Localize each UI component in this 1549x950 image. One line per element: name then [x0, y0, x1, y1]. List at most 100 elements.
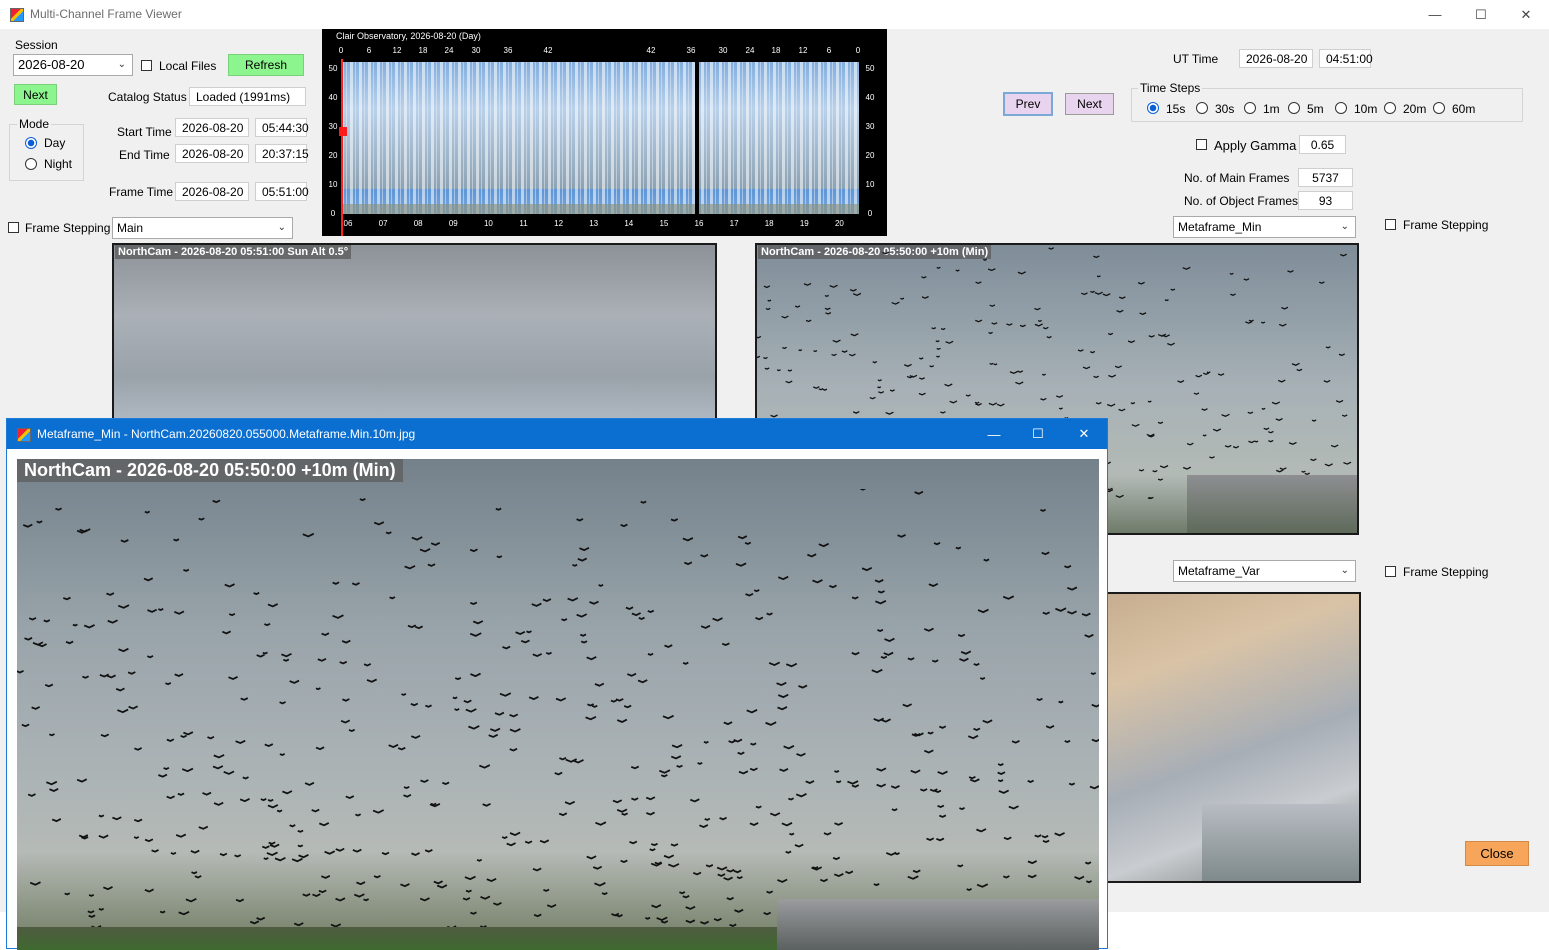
keogram-y-tick-label: 10: [329, 180, 338, 189]
houses-silhouette: [1187, 475, 1357, 533]
keogram-y-tick-label: 50: [329, 64, 338, 73]
keogram-top-tick-label: 36: [504, 46, 513, 55]
chevron-down-icon: ⌄: [1340, 221, 1349, 232]
right-frame-stepping-1-checkbox[interactable]: [1385, 219, 1396, 230]
close-icon[interactable]: ✕: [1503, 0, 1549, 29]
keogram-x-tick-label: 08: [414, 219, 423, 228]
keogram-top-tick-label: 30: [472, 46, 481, 55]
time-step-radio[interactable]: [1244, 102, 1256, 114]
chevron-down-icon: ⌄: [277, 222, 286, 233]
start-time-label: Start Time: [117, 125, 172, 139]
main-frame-caption: NorthCam - 2026-08-20 05:51:00 Sun Alt 0…: [115, 245, 352, 259]
frame-time-field[interactable]: 05:51:00: [255, 182, 309, 201]
time-step-radio[interactable]: [1384, 102, 1396, 114]
object-frames-field: 93: [1298, 191, 1353, 210]
keogram-top-tick-label: 24: [746, 46, 755, 55]
apply-gamma-checkbox[interactable]: [1196, 139, 1207, 150]
keogram-x-tick-label: 15: [659, 219, 668, 228]
maximize-icon[interactable]: ☐: [1015, 419, 1061, 449]
time-step-label: 10m: [1354, 102, 1378, 116]
mode-night-radio[interactable]: [25, 158, 37, 170]
left-frame-stepping-label: Frame Stepping: [25, 221, 111, 235]
session-next-button[interactable]: Next: [14, 84, 57, 105]
start-time-field[interactable]: 05:44:30: [255, 118, 309, 137]
keogram-chart[interactable]: Clair Observatory, 2026-08-20 (Day) 0 6 12…: [322, 29, 887, 236]
time-step-radio[interactable]: [1433, 102, 1445, 114]
keogram-top-tick-label: 12: [393, 46, 402, 55]
keogram-top-tick-label: 36: [687, 46, 696, 55]
keogram-top-tick-label: 30: [719, 46, 728, 55]
time-step-label: 30s: [1215, 102, 1235, 116]
time-step-label: 60m: [1452, 102, 1476, 116]
ut-time-label: UT Time: [1173, 52, 1219, 66]
popup-title: Metaframe_Min - NorthCam.20260820.055000…: [37, 427, 416, 441]
end-time-field[interactable]: 20:37:15: [255, 144, 309, 163]
right-frame-stepping-1-label: Frame Stepping: [1403, 218, 1489, 232]
start-date-field[interactable]: 2026-08-20: [175, 118, 249, 137]
time-step-label: 1m: [1263, 102, 1280, 116]
keogram-x-tick-label: 10: [484, 219, 493, 228]
mode-night-label: Night: [44, 157, 73, 171]
prev-button[interactable]: Prev: [1003, 92, 1053, 116]
keogram-x-tick-label: 18: [765, 219, 774, 228]
var-frame-image[interactable]: [1100, 592, 1361, 883]
app-icon: [17, 428, 31, 442]
keogram-x-tick-label: 16: [695, 219, 704, 228]
next-button[interactable]: Next: [1065, 93, 1114, 115]
keogram-y-tick-label: 30: [329, 122, 338, 131]
time-step-label: 15s: [1166, 102, 1186, 116]
main-frames-label: No. of Main Frames: [1184, 171, 1290, 185]
left-frame-stepping-checkbox[interactable]: [8, 222, 19, 233]
keogram-x-tick-label: 14: [624, 219, 633, 228]
keogram-top-tick-label: 6: [367, 46, 372, 55]
end-time-label: End Time: [119, 148, 170, 162]
gamma-field[interactable]: 0.65: [1299, 135, 1346, 154]
maximize-icon[interactable]: ☐: [1458, 0, 1504, 29]
keogram-x-tick-label: 20: [835, 219, 844, 228]
keogram-y-tick-label: 0: [868, 209, 873, 218]
time-step-radio[interactable]: [1196, 102, 1208, 114]
mode-day-radio[interactable]: [25, 137, 37, 149]
frame-time-label: Frame Time: [109, 185, 174, 199]
keogram-x-tick-label: 13: [589, 219, 598, 228]
left-channel-select[interactable]: Main ⌄: [112, 217, 293, 239]
close-icon[interactable]: ✕: [1061, 419, 1107, 449]
ut-date-field[interactable]: 2026-08-20: [1239, 49, 1313, 68]
keogram-top-tick-label: 42: [647, 46, 656, 55]
keogram-y-tick-label: 30: [866, 122, 875, 131]
popup-frame-image[interactable]: NorthCam - 2026-08-20 05:50:00 +10m (Min…: [17, 459, 1099, 950]
right-channel-2-select[interactable]: Metaframe_Var ⌄: [1173, 560, 1356, 582]
popup-title-bar: Metaframe_Min - NorthCam.20260820.055000…: [7, 419, 1107, 449]
keogram-top-tick-label: 24: [445, 46, 454, 55]
frame-date-field[interactable]: 2026-08-20: [175, 182, 249, 201]
time-step-radio[interactable]: [1147, 102, 1159, 114]
time-step-radio[interactable]: [1335, 102, 1347, 114]
popup-frame-caption: NorthCam - 2026-08-20 05:50:00 +10m (Min…: [17, 459, 403, 482]
close-button[interactable]: Close: [1465, 841, 1529, 866]
keogram-x-tick-label: 11: [519, 219, 528, 228]
right-channel-1-select[interactable]: Metaframe_Min ⌄: [1173, 216, 1356, 238]
keogram-top-tick-label: 0: [339, 46, 344, 55]
local-files-checkbox[interactable]: [141, 60, 152, 71]
session-select[interactable]: 2026-08-20 ⌄: [13, 54, 133, 76]
minimize-icon[interactable]: —: [1412, 0, 1458, 29]
time-step-radio[interactable]: [1288, 102, 1300, 114]
keogram-top-tick-label: 12: [799, 46, 808, 55]
keogram-svg[interactable]: Clair Observatory, 2026-08-20 (Day) 0 6 12…: [322, 29, 887, 236]
refresh-button[interactable]: Refresh: [228, 54, 304, 76]
popup-window: Metaframe_Min - NorthCam.20260820.055000…: [6, 418, 1108, 950]
keogram-x-tick-label: 12: [554, 219, 563, 228]
keogram-x-tick-label: 09: [449, 219, 458, 228]
ut-time-field[interactable]: 04:51:00: [1319, 49, 1373, 68]
main-frame-image[interactable]: NorthCam - 2026-08-20 05:51:00 Sun Alt 0…: [112, 243, 717, 423]
chevron-down-icon: ⌄: [117, 59, 126, 70]
keogram-y-tick-label: 50: [866, 64, 875, 73]
minimize-icon[interactable]: —: [971, 419, 1017, 449]
local-files-label: Local Files: [159, 59, 217, 73]
right-frame-stepping-2-checkbox[interactable]: [1385, 566, 1396, 577]
main-frames-field: 5737: [1298, 168, 1353, 187]
keogram-y-tick-label: 40: [329, 93, 338, 102]
keogram-x-tick-label: 06: [344, 219, 353, 228]
end-date-field[interactable]: 2026-08-20: [175, 144, 249, 163]
keogram-y-tick-label: 10: [866, 180, 875, 189]
